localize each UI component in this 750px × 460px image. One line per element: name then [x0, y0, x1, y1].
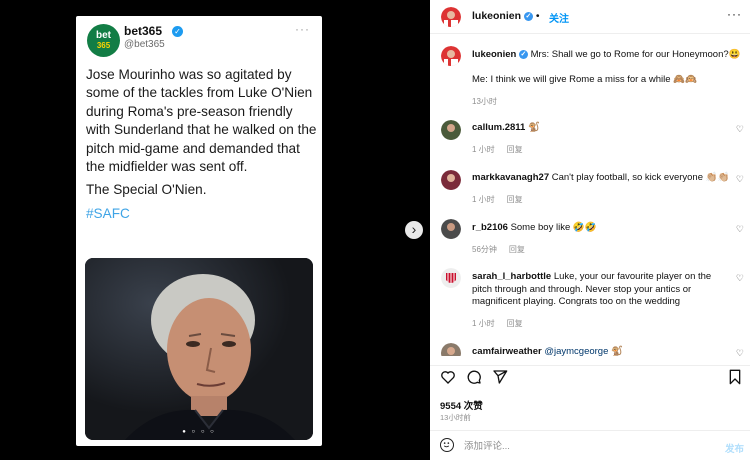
bet365-logo: bet 365: [87, 24, 120, 57]
verified-icon: ✓: [172, 26, 183, 37]
comment-meta: 56分钟 回复: [472, 244, 537, 255]
avatar[interactable]: [441, 120, 461, 140]
comment-time: 1 小时: [472, 145, 495, 154]
comment: camfairweather @jaymcgeorge 🐒: [472, 346, 623, 357]
like-heart-icon[interactable]: [440, 369, 456, 389]
caption-time: 13小时: [472, 97, 497, 106]
caption-line: Mrs: Shall we go to Rome for our Honeymo…: [530, 49, 741, 60]
next-arrow-button[interactable]: ›: [405, 221, 423, 239]
share-icon[interactable]: [492, 369, 508, 389]
tweet-paragraph: Jose Mourinho was so agitated by some of…: [86, 67, 317, 175]
avatar[interactable]: [441, 170, 461, 190]
media-viewer: bet 365 bet365 ✓ @bet365 ··· Jose Mourin…: [0, 0, 430, 460]
tweet-paragraph: The Special O'Nien.: [86, 182, 207, 198]
comment-text: Some boy like 🤣🤣: [510, 222, 597, 233]
logo-text-bottom: 365: [96, 40, 111, 50]
verified-icon: ✓: [518, 49, 528, 59]
avatar[interactable]: [441, 219, 461, 239]
post-panel: lukeonien ✓ • 关注 ··· lukeonien ✓ Mrs: Sh…: [430, 0, 750, 460]
tweet-author-name: bet365: [124, 24, 163, 38]
more-icon: ···: [295, 22, 310, 36]
heart-icon[interactable]: ♡: [736, 174, 744, 185]
tweet-screenshot: bet 365 bet365 ✓ @bet365 ··· Jose Mourin…: [76, 16, 322, 446]
reply-button[interactable]: 回复: [507, 195, 523, 204]
comment-time: 1 小时: [472, 195, 495, 204]
comment: callum.2811 🐒: [472, 122, 540, 133]
bookmark-icon[interactable]: [728, 369, 742, 389]
comment-username[interactable]: camfairweather: [472, 346, 542, 357]
comment-meta: 1 小时 回复: [472, 144, 535, 155]
heart-icon[interactable]: ♡: [736, 273, 744, 284]
post-timestamp: 13小时前: [440, 413, 471, 422]
caption-username[interactable]: lukeonien: [472, 49, 516, 60]
comment-meta: 1 小时 回复: [472, 194, 535, 205]
post-username[interactable]: lukeonien ✓ •: [472, 10, 540, 22]
comment-time: 56分钟: [472, 245, 497, 254]
comment-username[interactable]: sarah_l_harbottle: [472, 271, 551, 282]
reply-button[interactable]: 回复: [509, 245, 525, 254]
reply-button[interactable]: 回复: [507, 319, 523, 328]
comment: markkavanagh27 Can't play football, so k…: [472, 172, 729, 183]
action-bar: 9554 次赞 13小时前 发布: [430, 365, 750, 460]
carousel-dots: ● ○ ○ ○: [182, 429, 216, 435]
avatar[interactable]: [441, 46, 461, 66]
tweet-body: Jose Mourinho was so agitated by some of…: [86, 66, 318, 228]
comment: sarah_l_harbottle Luke, your our favouri…: [472, 271, 730, 309]
post-comment-button[interactable]: 发布: [725, 441, 744, 455]
more-options-icon[interactable]: ···: [727, 7, 742, 21]
comment-username[interactable]: r_b2106: [472, 222, 508, 233]
caption: lukeonien ✓ Mrs: Shall we go to Rome for…: [472, 49, 742, 60]
comment: r_b2106 Some boy like 🤣🤣: [472, 222, 597, 233]
follow-button[interactable]: 关注: [549, 10, 569, 25]
comment-icon[interactable]: [466, 369, 482, 389]
tweet-photo: ● ○ ○ ○: [85, 258, 313, 440]
avatar[interactable]: [441, 7, 461, 27]
comment-time: 1 小时: [472, 319, 495, 328]
caption-line: Me: I think we will give Rome a miss for…: [472, 74, 697, 85]
comment-meta: 1 小时 回复: [472, 318, 535, 329]
comment-username[interactable]: markkavanagh27: [472, 172, 549, 183]
separator-dot: •: [535, 10, 540, 22]
avatar[interactable]: [441, 343, 461, 356]
comment-text: Can't play football, so kick everyone 👏🏼…: [551, 172, 730, 183]
comment-text: 🐒: [528, 122, 540, 133]
comment-bar: 发布: [430, 430, 750, 460]
heart-icon[interactable]: ♡: [736, 348, 744, 359]
heart-icon[interactable]: ♡: [736, 224, 744, 235]
like-count[interactable]: 9554 次赞: [440, 398, 483, 412]
username-text: lukeonien: [472, 10, 522, 22]
heart-icon[interactable]: ♡: [736, 124, 744, 135]
avatar[interactable]: [441, 268, 461, 288]
caption-line-2: Me: I think we will give Rome a miss for…: [472, 74, 742, 85]
tweet-author-handle: @bet365: [124, 39, 165, 50]
post-header: lukeonien ✓ • 关注 ···: [430, 0, 750, 34]
logo-text-top: bet: [96, 29, 111, 41]
tweet-hashtag: #SAFC: [86, 205, 130, 221]
reply-button[interactable]: 回复: [507, 145, 523, 154]
comment-input[interactable]: [464, 437, 704, 455]
comment-text: @jaymcgeorge 🐒: [544, 346, 623, 357]
emoji-icon[interactable]: [440, 438, 454, 452]
comment-username[interactable]: callum.2811: [472, 122, 525, 133]
verified-icon: ✓: [523, 11, 533, 21]
mourinho-photo: [85, 258, 313, 440]
